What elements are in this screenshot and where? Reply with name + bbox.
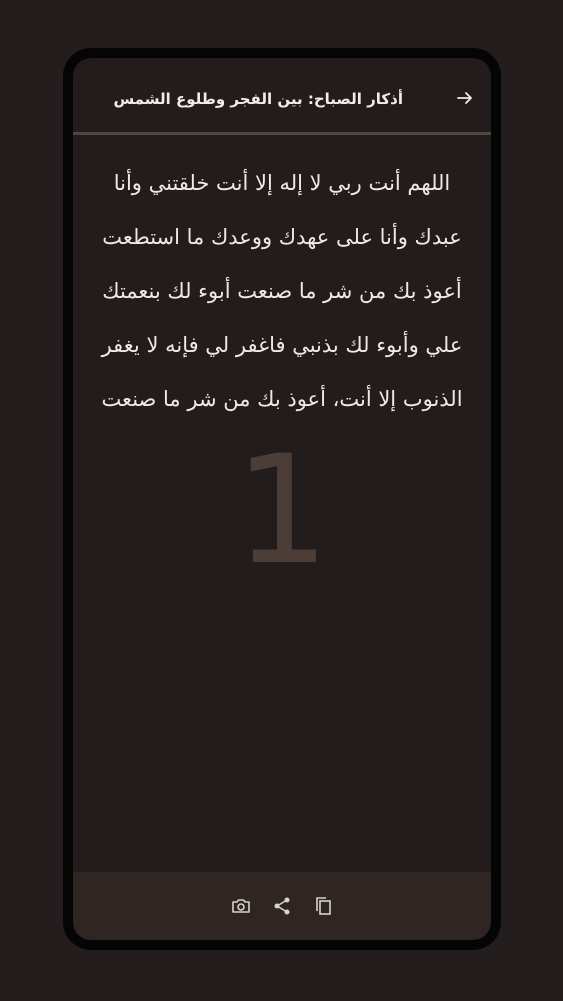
app-screen: أذكار الصباح: بين الفجر وطلوع الشمس الله… xyxy=(73,58,491,940)
screenshot-button[interactable] xyxy=(229,894,253,918)
copy-icon xyxy=(316,897,331,915)
share-icon xyxy=(274,897,290,915)
copy-button[interactable] xyxy=(311,894,335,918)
header-divider xyxy=(73,132,491,135)
device-frame: أذكار الصباح: بين الفجر وطلوع الشمس الله… xyxy=(63,48,501,950)
app-header: أذكار الصباح: بين الفجر وطلوع الشمس xyxy=(73,58,491,132)
back-button[interactable] xyxy=(455,88,475,108)
camera-icon xyxy=(232,899,250,913)
arrow-back-icon xyxy=(457,92,472,104)
repeat-counter[interactable]: 1 xyxy=(73,426,491,596)
dhikr-text: اللهم أنت ربي لا إله إلا أنت خلقتني وأنا… xyxy=(101,171,463,411)
bottom-action-bar xyxy=(73,872,491,940)
page-title: أذكار الصباح: بين الفجر وطلوع الشمس xyxy=(113,90,403,108)
share-button[interactable] xyxy=(270,894,294,918)
